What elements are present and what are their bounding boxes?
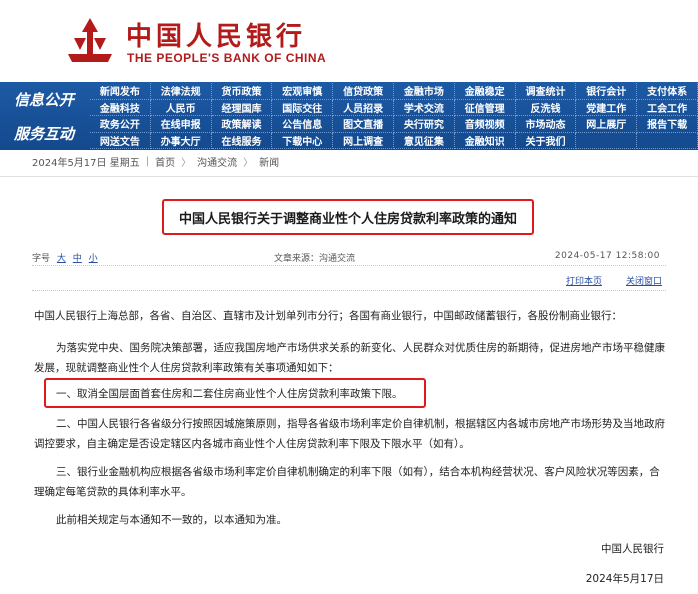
- nav-section-service: 服务互动: [13, 124, 74, 143]
- nav-item[interactable]: 调查统计: [515, 83, 577, 100]
- nav-section-info: 信息公开: [13, 90, 74, 109]
- main-nav: 信息公开 服务互动 新闻发布 法律法规 货币政策 宏观审慎 信贷政策 金融市场 金融稳定 调查…: [0, 82, 698, 150]
- nav-item[interactable]: 网送文告: [90, 132, 151, 149]
- nav-item[interactable]: 下载中心: [272, 132, 334, 149]
- nav-item[interactable]: 意见征集: [393, 132, 455, 149]
- nav-item[interactable]: 金融科技: [90, 99, 151, 116]
- nav-item[interactable]: 人员招录: [333, 99, 394, 116]
- chevron-right-icon: 〉: [243, 157, 254, 169]
- breadcrumb-communication[interactable]: 沟通交流: [197, 154, 237, 169]
- nav-item[interactable]: 支付体系: [637, 83, 698, 100]
- nav-item[interactable]: 金融市场: [393, 83, 455, 100]
- article-title: 中国人民银行关于调整商业性个人住房贷款利率政策的通知: [178, 211, 517, 227]
- nav-item[interactable]: 新闻发布: [90, 83, 151, 100]
- font-size-label: 字号: [32, 254, 51, 264]
- nav-item[interactable]: 国际交往: [272, 99, 334, 116]
- site-header: 中国人民银行 THE PEOPLE'S BANK OF CHINA: [0, 0, 698, 82]
- nav-item[interactable]: 经理国库: [211, 99, 273, 116]
- nav-item[interactable]: 金融知识: [454, 132, 516, 149]
- breadcrumb-news[interactable]: 新闻: [259, 154, 279, 169]
- nav-item[interactable]: 政务公开: [90, 116, 151, 133]
- nav-item[interactable]: 办事大厅: [150, 132, 212, 149]
- nav-item: [576, 132, 638, 149]
- close-window-link[interactable]: 关闭窗口: [626, 274, 662, 287]
- article-paragraph-3: 三、银行业金融机构应根据各省级市场利率定价自律机制确定的利率下限（如有），结合本…: [34, 466, 660, 498]
- nav-item[interactable]: 网上调查: [333, 132, 394, 149]
- nav-item[interactable]: 学术交流: [393, 99, 455, 116]
- font-size-medium[interactable]: 中: [73, 254, 82, 264]
- nav-item[interactable]: 公告信息: [272, 116, 334, 133]
- nav-item[interactable]: 图文直播: [333, 116, 394, 133]
- nav-item[interactable]: 党建工作: [576, 99, 638, 116]
- breadcrumb-separator: |: [145, 155, 150, 167]
- nav-item[interactable]: 征信管理: [454, 99, 516, 116]
- font-size-large[interactable]: 大: [57, 254, 66, 264]
- article-salutation: 中国人民银行上海总部，各省、自治区、直辖市及计划单列市分行；各国有商业银行，中国…: [34, 310, 622, 322]
- nav-item[interactable]: 市场动态: [515, 116, 577, 133]
- current-date: 2024年5月17日 星期五: [32, 157, 140, 169]
- nav-item[interactable]: 音频视频: [454, 116, 516, 133]
- nav-item[interactable]: 信贷政策: [333, 83, 394, 100]
- print-link[interactable]: 打印本页: [566, 274, 602, 287]
- logo-text-cn[interactable]: 中国人民银行: [126, 16, 306, 53]
- nav-item[interactable]: 关于我们: [515, 132, 577, 149]
- nav-item[interactable]: 在线申报: [150, 116, 212, 133]
- nav-item[interactable]: 宏观审慎: [272, 83, 334, 100]
- article-source: 文章来源：沟通交流: [274, 254, 356, 264]
- nav-item[interactable]: 法律法规: [150, 83, 212, 100]
- signature-date: 2024年5月17日: [585, 573, 664, 585]
- logo-text-en[interactable]: THE PEOPLE'S BANK OF CHINA: [127, 51, 326, 65]
- article-actions: 打印本页 关闭窗口: [566, 274, 662, 287]
- signature-org: 中国人民银行: [601, 543, 664, 555]
- title-highlight-box: 中国人民银行关于调整商业性个人住房贷款利率政策的通知: [162, 199, 534, 235]
- nav-item[interactable]: 央行研究: [393, 116, 455, 133]
- article-paragraph-2: 二、中国人民银行各省级分行按照因城施策原则，指导各省级市场利率定价自律机制，根据…: [34, 418, 665, 450]
- nav-item[interactable]: 人民币: [150, 99, 212, 116]
- nav-item[interactable]: 货币政策: [211, 83, 273, 100]
- nav-item[interactable]: 网上展厅: [576, 116, 638, 133]
- divider: [32, 290, 666, 291]
- article-paragraph-closing: 此前相关规定与本通知不一致的，以本通知为准。: [56, 514, 287, 526]
- nav-item[interactable]: 政策解读: [211, 116, 273, 133]
- chevron-right-icon: 〉: [181, 157, 192, 169]
- article-date: 2024-05-17 12:58:00: [554, 251, 660, 261]
- nav-item: [637, 132, 698, 149]
- nav-item[interactable]: 反洗钱: [515, 99, 577, 116]
- article-paragraph-1: 一、取消全国层面首套住房和二套住房商业性个人住房贷款利率政策下限。: [56, 388, 403, 400]
- font-size-small[interactable]: 小: [89, 254, 98, 264]
- breadcrumb-home[interactable]: 首页: [155, 154, 175, 169]
- nav-grid: 新闻发布 法律法规 货币政策 宏观审慎 信贷政策 金融市场 金融稳定 调查统计 银行会计 支付体系…: [90, 83, 698, 149]
- nav-item[interactable]: 报告下载: [637, 116, 698, 133]
- nav-item[interactable]: 银行会计: [576, 83, 638, 100]
- breadcrumb: 2024年5月17日 星期五 | 首页 〉 沟通交流 〉 新闻: [32, 150, 698, 172]
- pboc-emblem-icon[interactable]: [64, 14, 116, 66]
- nav-item[interactable]: 工会工作: [637, 99, 698, 116]
- nav-item[interactable]: 金融稳定: [454, 83, 516, 100]
- article-paragraph-intro: 为落实党中央、国务院决策部署，适应我国房地产市场供求关系的新变化、人民群众对优质…: [34, 342, 665, 374]
- nav-item[interactable]: 在线服务: [211, 132, 273, 149]
- font-size-control: 字号 大 中 小: [32, 251, 98, 264]
- article-meta: 字号 大 中 小 文章来源：沟通交流 2024-05-17 12:58:00: [32, 248, 666, 266]
